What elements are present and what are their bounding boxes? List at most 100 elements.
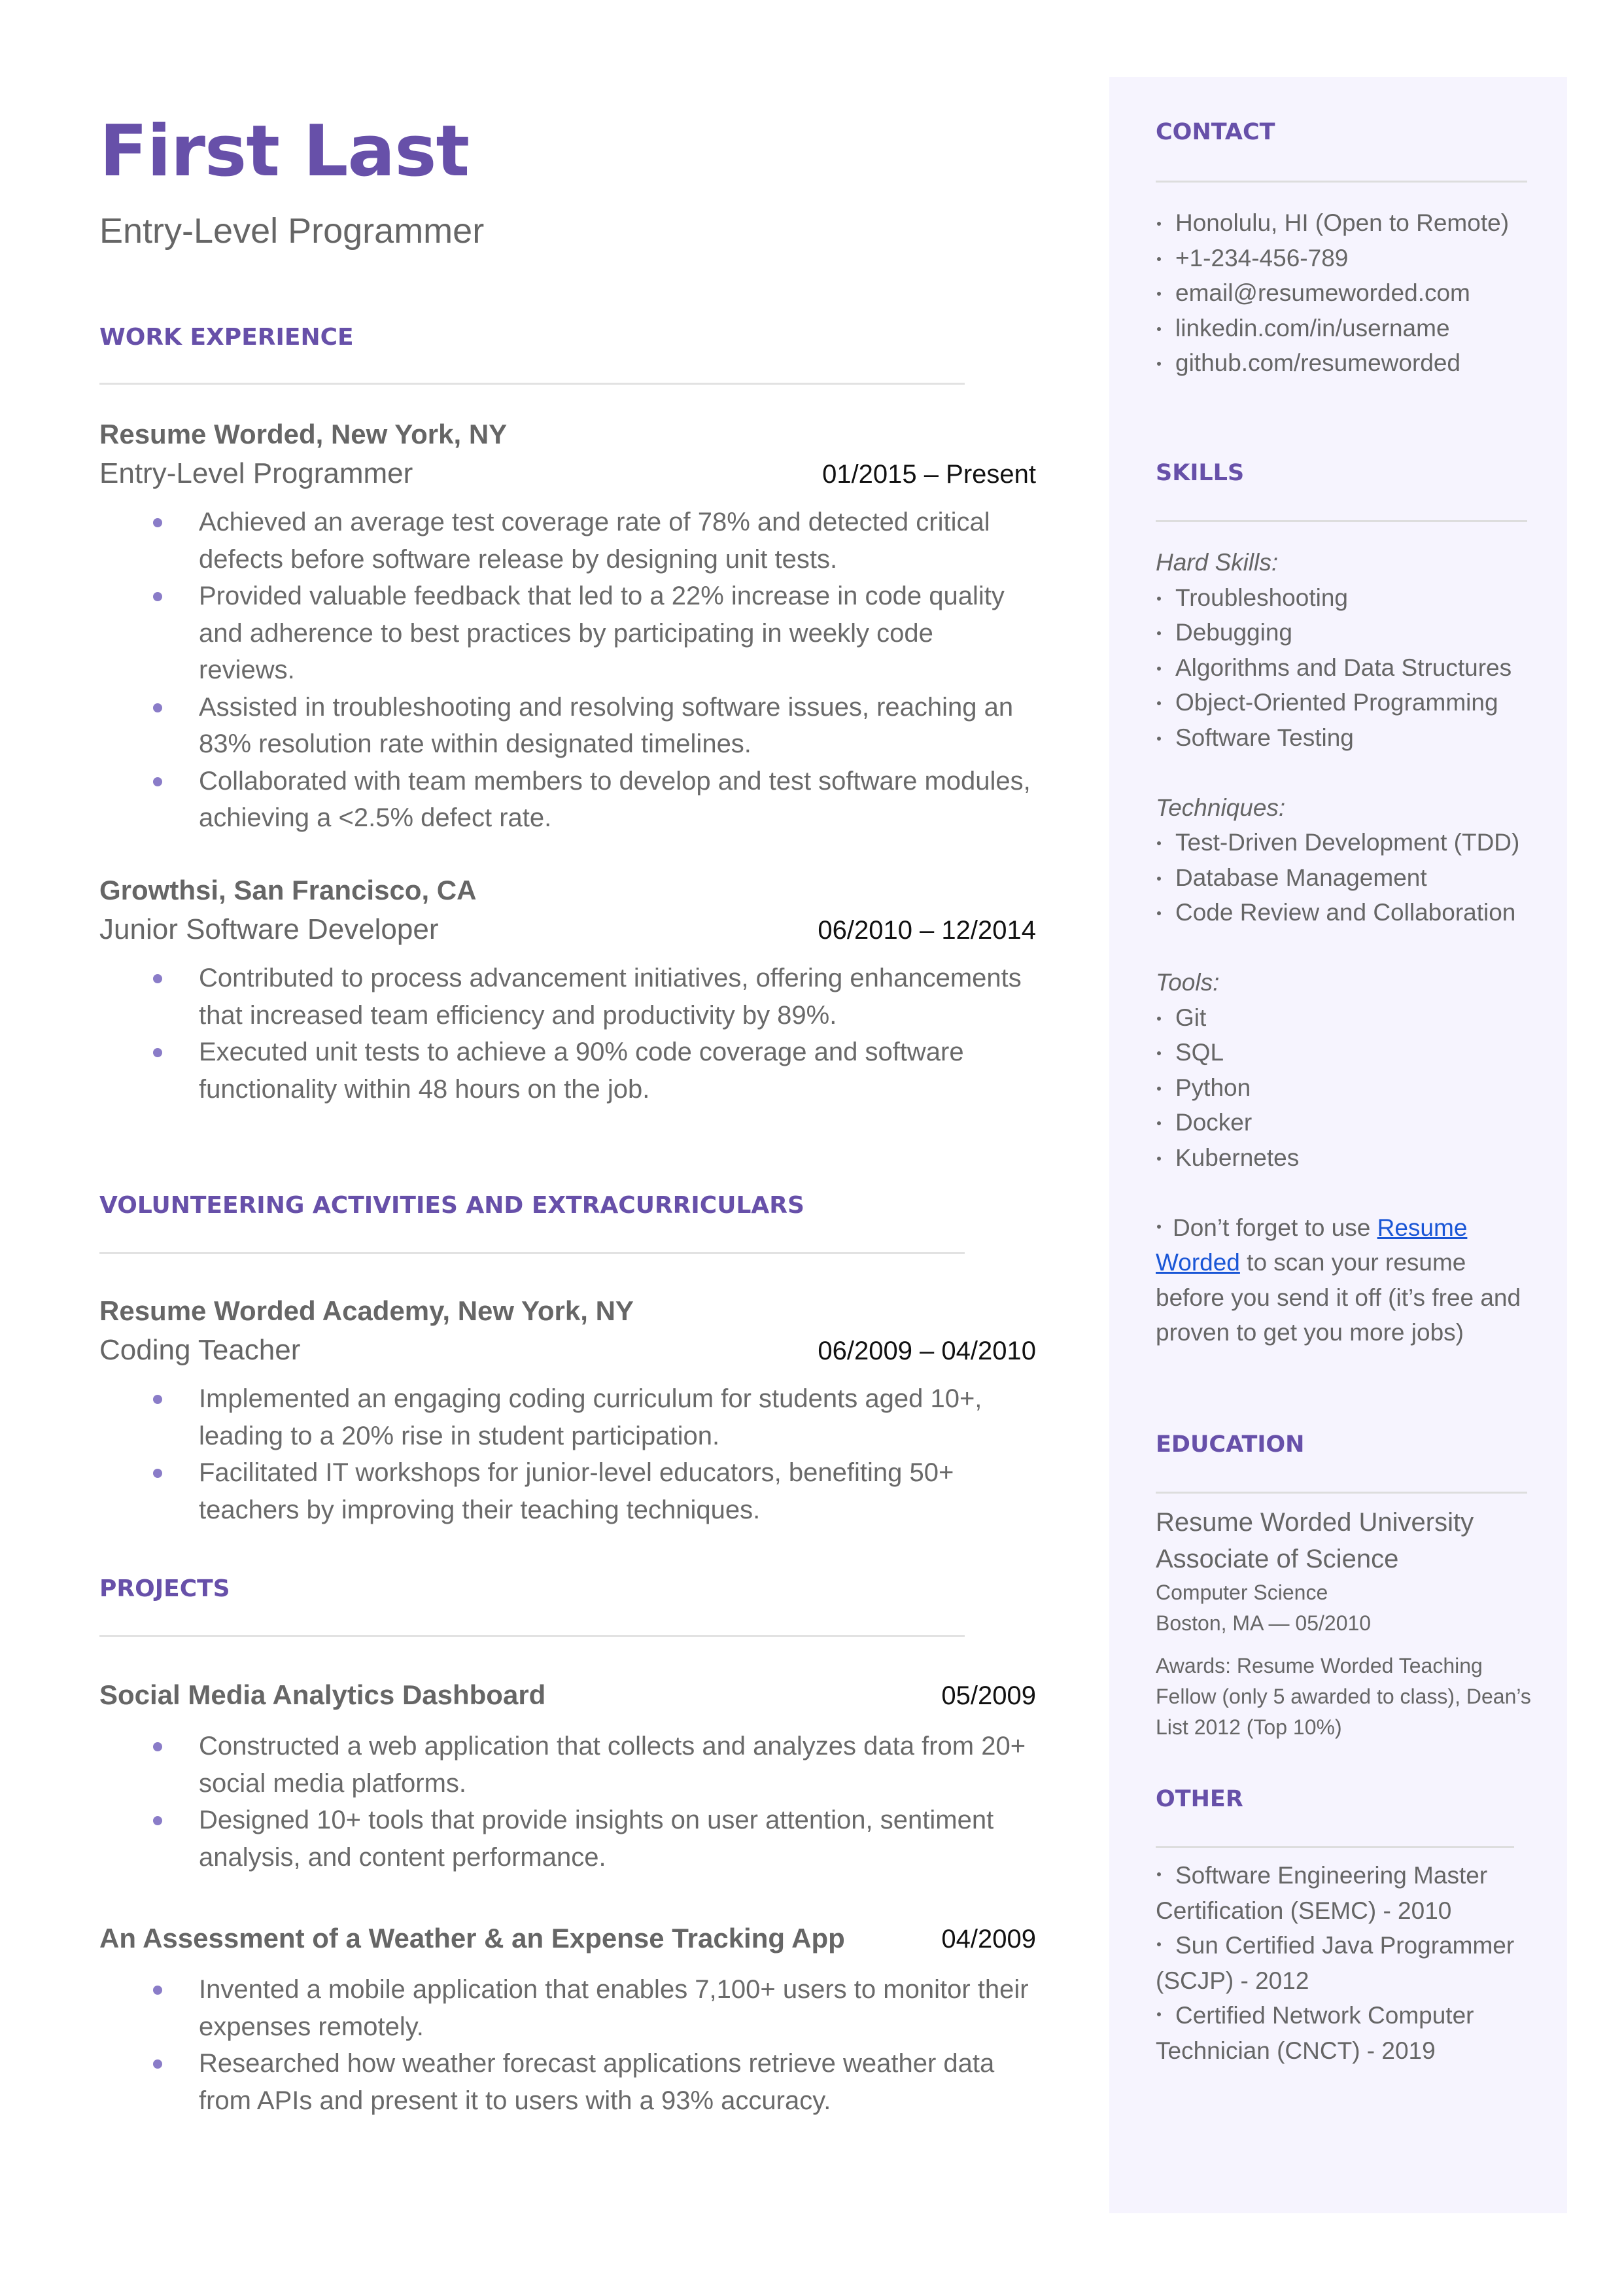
list-item: Researched how weather forecast applicat… bbox=[99, 2045, 1036, 2119]
list-item: Contributed to process advancement initi… bbox=[99, 960, 1036, 1034]
entry-bullets: Implemented an engaging coding curriculu… bbox=[99, 1380, 1036, 1528]
certification-item: Certified Network Computer Technician (C… bbox=[1156, 2002, 1474, 2064]
list-item: Collaborated with team members to develo… bbox=[99, 763, 1036, 837]
bullet-text: Achieved an average test coverage rate o… bbox=[199, 508, 990, 574]
bullet-dot-icon bbox=[153, 1048, 162, 1057]
entry-dates: 06/2009 – 04/2010 bbox=[818, 1337, 1036, 1365]
resume-tip-note: Don’t forget to use Resume Worded to sca… bbox=[1156, 1210, 1522, 1350]
bullet-dot-icon bbox=[1157, 1872, 1161, 1877]
bullet-text: Provided valuable feedback that led to a… bbox=[199, 582, 1005, 684]
list-item: Executed unit tests to achieve a 90% cod… bbox=[99, 1034, 1036, 1108]
bullet-text: Implemented an engaging coding curriculu… bbox=[199, 1384, 982, 1450]
contact-linkedin[interactable]: linkedin.com/in/username bbox=[1156, 311, 1548, 346]
contact-location: Honolulu, HI (Open to Remote) bbox=[1156, 205, 1548, 241]
list-item: Facilitated IT workshops for junior-leve… bbox=[99, 1454, 1036, 1528]
skill-item: Algorithms and Data Structures bbox=[1156, 650, 1548, 686]
sidebar-divider bbox=[1156, 1846, 1514, 1848]
section-heading-projects: PROJECTS bbox=[99, 1575, 230, 1602]
hard-skills-list: Troubleshooting Debugging Algorithms and… bbox=[1156, 580, 1548, 756]
bullet-dot-icon bbox=[1157, 1942, 1161, 1947]
education-block: Resume Worded University Associate of Sc… bbox=[1156, 1504, 1548, 1743]
contact-block: Honolulu, HI (Open to Remote) +1-234-456… bbox=[1156, 205, 1548, 381]
entry-bullets: Invented a mobile application that enabl… bbox=[99, 1971, 1036, 2119]
note-text: Don’t forget to use bbox=[1173, 1214, 1377, 1241]
skill-item: Software Testing bbox=[1156, 720, 1548, 756]
entry-bullets: Achieved an average test coverage rate o… bbox=[99, 504, 1036, 837]
bullet-dot-icon bbox=[153, 1469, 162, 1478]
skills-block: Hard Skills: Troubleshooting Debugging A… bbox=[1156, 545, 1548, 1350]
bullet-dot-icon bbox=[153, 1395, 162, 1404]
bullet-dot-icon bbox=[153, 1742, 162, 1751]
bullet-dot-icon bbox=[153, 518, 162, 527]
sidebar-divider bbox=[1156, 520, 1527, 522]
skill-item: Code Review and Collaboration bbox=[1156, 895, 1548, 930]
bullet-dot-icon bbox=[153, 2059, 162, 2069]
section-heading-volunteering: VOLUNTEERING ACTIVITIES AND EXTRACURRICU… bbox=[99, 1192, 804, 1219]
contact-github[interactable]: github.com/resumeworded bbox=[1156, 345, 1548, 381]
bullet-text: Executed unit tests to achieve a 90% cod… bbox=[199, 1038, 964, 1104]
contact-email[interactable]: email@resumeworded.com bbox=[1156, 275, 1548, 311]
entry-dates: 01/2015 – Present bbox=[822, 460, 1036, 489]
section-divider bbox=[99, 1635, 965, 1637]
bullet-dot-icon bbox=[153, 1986, 162, 1995]
list-item: Provided valuable feedback that led to a… bbox=[99, 578, 1036, 689]
bullet-text: Constructed a web application that colle… bbox=[199, 1732, 1026, 1798]
contact-phone[interactable]: +1-234-456-789 bbox=[1156, 241, 1548, 276]
entry-organization: Resume Worded Academy, New York, NY bbox=[99, 1295, 634, 1326]
skills-category-tools: Tools: bbox=[1156, 969, 1220, 996]
sidebar-heading-other: OTHER bbox=[1156, 1786, 1243, 1812]
list-item: Implemented an engaging coding curriculu… bbox=[99, 1380, 1036, 1454]
entry-role: Junior Software Developer bbox=[99, 913, 439, 945]
project-date: 04/2009 bbox=[941, 1925, 1036, 1953]
volunteering-entry: Resume Worded Academy, New York, NY Codi… bbox=[99, 1293, 1036, 1528]
bullet-dot-icon bbox=[153, 974, 162, 983]
work-entry: Resume Worded, New York, NY Entry-Level … bbox=[99, 416, 1036, 837]
section-divider bbox=[99, 383, 965, 385]
bullet-dot-icon bbox=[153, 777, 162, 786]
contact-list: Honolulu, HI (Open to Remote) +1-234-456… bbox=[1156, 205, 1548, 381]
entry-role: Coding Teacher bbox=[99, 1334, 301, 1366]
bullet-text: Researched how weather forecast applicat… bbox=[199, 2049, 995, 2115]
bullet-text: Facilitated IT workshops for junior-leve… bbox=[199, 1458, 954, 1524]
skill-item: Git bbox=[1156, 1000, 1548, 1036]
skill-item: Troubleshooting bbox=[1156, 580, 1548, 616]
list-item: Invented a mobile application that enabl… bbox=[99, 1971, 1036, 2045]
skill-item: SQL bbox=[1156, 1035, 1548, 1070]
entry-dates: 06/2010 – 12/2014 bbox=[818, 916, 1036, 945]
certification-item: Software Engineering Master Certificatio… bbox=[1156, 1862, 1488, 1924]
bullet-text: Invented a mobile application that enabl… bbox=[199, 1975, 1029, 2041]
list-item: Designed 10+ tools that provide insights… bbox=[99, 1802, 1036, 1876]
bullet-text: Designed 10+ tools that provide insights… bbox=[199, 1806, 994, 1872]
skill-item: Object-Oriented Programming bbox=[1156, 685, 1548, 720]
bullet-dot-icon bbox=[153, 592, 162, 601]
sidebar: CONTACT Honolulu, HI (Open to Remote) +1… bbox=[1109, 77, 1567, 2213]
section-heading-work-experience: WORK EXPERIENCE bbox=[99, 324, 354, 351]
bullet-dot-icon bbox=[153, 1816, 162, 1825]
education-field: Computer Science bbox=[1156, 1581, 1328, 1604]
certifications-list: Software Engineering Master Certificatio… bbox=[1156, 1858, 1529, 2068]
bullet-text: Contributed to process advancement initi… bbox=[199, 964, 1022, 1030]
bullet-dot-icon bbox=[1157, 1224, 1161, 1229]
project-title: An Assessment of a Weather & an Expense … bbox=[99, 1923, 845, 1953]
sidebar-heading-contact: CONTACT bbox=[1156, 119, 1275, 145]
list-item: Assisted in troubleshooting and resolvin… bbox=[99, 689, 1036, 763]
education-awards: Awards: Resume Worded Teaching Fellow (o… bbox=[1156, 1654, 1531, 1739]
entry-bullets: Constructed a web application that colle… bbox=[99, 1728, 1036, 1876]
entry-bullets: Contributed to process advancement initi… bbox=[99, 960, 1036, 1108]
skill-item: Python bbox=[1156, 1070, 1548, 1106]
work-entry: Growthsi, San Francisco, CA Junior Softw… bbox=[99, 872, 1036, 1108]
education-location-date: Boston, MA — 05/2010 bbox=[1156, 1611, 1372, 1635]
entry-role: Entry-Level Programmer bbox=[99, 457, 413, 489]
bullet-dot-icon bbox=[153, 703, 162, 712]
bullet-text: Collaborated with team members to develo… bbox=[199, 766, 1031, 833]
skills-category-techniques: Techniques: bbox=[1156, 794, 1286, 821]
skill-item: Test-Driven Development (TDD) bbox=[1156, 825, 1548, 860]
tools-list: Git SQL Python Docker Kubernetes bbox=[1156, 1000, 1548, 1176]
entry-organization: Resume Worded, New York, NY bbox=[99, 419, 508, 449]
project-date: 05/2009 bbox=[941, 1681, 1036, 1710]
education-degree: Associate of Science bbox=[1156, 1545, 1399, 1573]
sidebar-divider bbox=[1156, 181, 1527, 183]
skill-item: Docker bbox=[1156, 1105, 1548, 1140]
certification-item: Sun Certified Java Programmer (SCJP) - 2… bbox=[1156, 1932, 1515, 1994]
techniques-list: Test-Driven Development (TDD) Database M… bbox=[1156, 825, 1548, 930]
